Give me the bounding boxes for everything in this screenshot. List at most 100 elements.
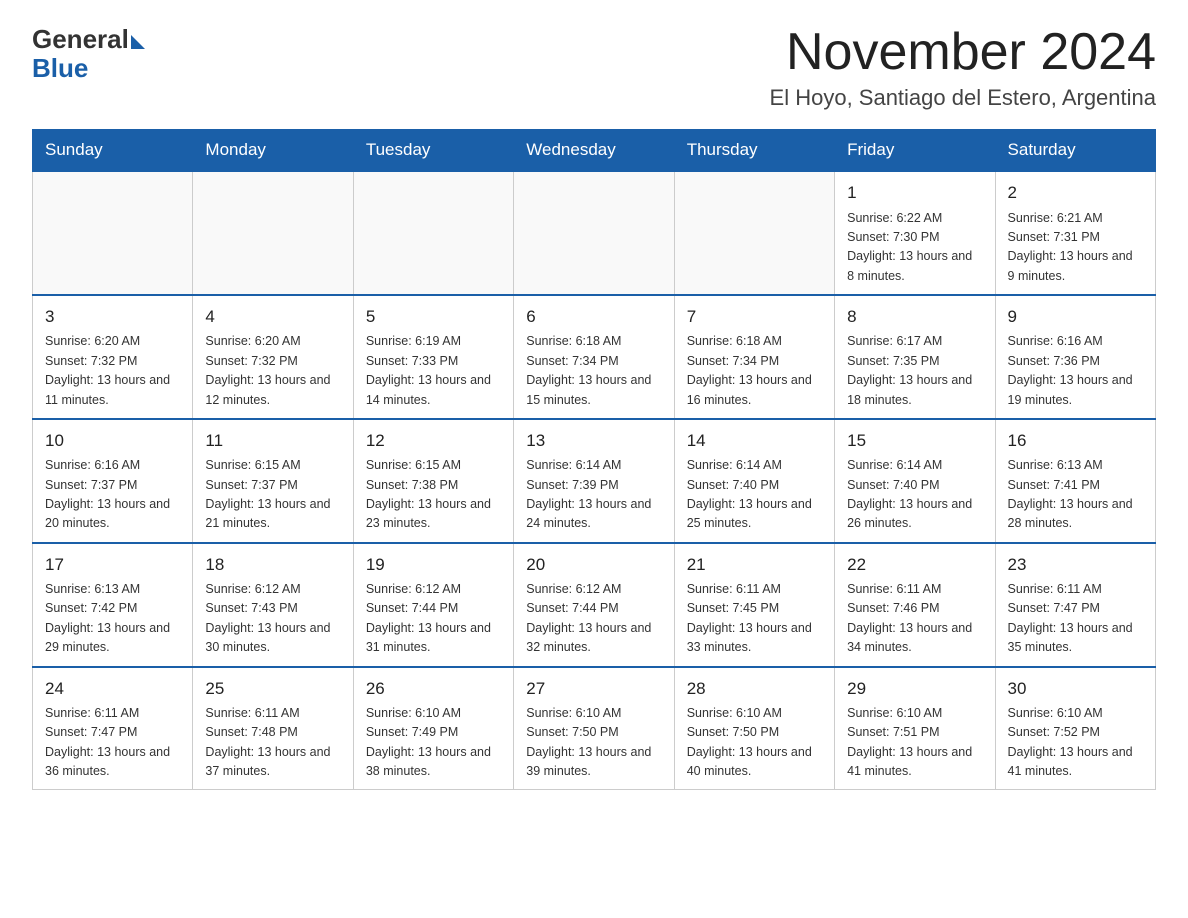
day-number: 22 xyxy=(847,552,982,578)
day-number: 15 xyxy=(847,428,982,454)
calendar-cell: 3Sunrise: 6:20 AMSunset: 7:32 PMDaylight… xyxy=(33,295,193,419)
day-info: Sunrise: 6:14 AMSunset: 7:39 PMDaylight:… xyxy=(526,456,661,534)
day-number: 29 xyxy=(847,676,982,702)
calendar-cell: 22Sunrise: 6:11 AMSunset: 7:46 PMDayligh… xyxy=(835,543,995,667)
day-number: 5 xyxy=(366,304,501,330)
day-number: 28 xyxy=(687,676,822,702)
day-number: 12 xyxy=(366,428,501,454)
calendar-cell: 17Sunrise: 6:13 AMSunset: 7:42 PMDayligh… xyxy=(33,543,193,667)
day-number: 4 xyxy=(205,304,340,330)
calendar-cell: 6Sunrise: 6:18 AMSunset: 7:34 PMDaylight… xyxy=(514,295,674,419)
day-info: Sunrise: 6:10 AMSunset: 7:49 PMDaylight:… xyxy=(366,704,501,782)
day-number: 27 xyxy=(526,676,661,702)
calendar-cell: 29Sunrise: 6:10 AMSunset: 7:51 PMDayligh… xyxy=(835,667,995,790)
logo-general-text: General xyxy=(32,24,129,55)
day-info: Sunrise: 6:18 AMSunset: 7:34 PMDaylight:… xyxy=(526,332,661,410)
day-info: Sunrise: 6:16 AMSunset: 7:37 PMDaylight:… xyxy=(45,456,180,534)
calendar-cell: 27Sunrise: 6:10 AMSunset: 7:50 PMDayligh… xyxy=(514,667,674,790)
day-info: Sunrise: 6:11 AMSunset: 7:47 PMDaylight:… xyxy=(45,704,180,782)
day-info: Sunrise: 6:22 AMSunset: 7:30 PMDaylight:… xyxy=(847,209,982,287)
day-number: 30 xyxy=(1008,676,1143,702)
calendar-cell: 14Sunrise: 6:14 AMSunset: 7:40 PMDayligh… xyxy=(674,419,834,543)
calendar-cell: 8Sunrise: 6:17 AMSunset: 7:35 PMDaylight… xyxy=(835,295,995,419)
calendar-cell: 20Sunrise: 6:12 AMSunset: 7:44 PMDayligh… xyxy=(514,543,674,667)
calendar-cell: 21Sunrise: 6:11 AMSunset: 7:45 PMDayligh… xyxy=(674,543,834,667)
calendar-cell: 11Sunrise: 6:15 AMSunset: 7:37 PMDayligh… xyxy=(193,419,353,543)
day-number: 10 xyxy=(45,428,180,454)
day-number: 20 xyxy=(526,552,661,578)
day-info: Sunrise: 6:11 AMSunset: 7:46 PMDaylight:… xyxy=(847,580,982,658)
calendar-cell xyxy=(514,171,674,295)
day-info: Sunrise: 6:17 AMSunset: 7:35 PMDaylight:… xyxy=(847,332,982,410)
weekday-header-saturday: Saturday xyxy=(995,130,1155,172)
day-info: Sunrise: 6:10 AMSunset: 7:51 PMDaylight:… xyxy=(847,704,982,782)
day-info: Sunrise: 6:10 AMSunset: 7:50 PMDaylight:… xyxy=(687,704,822,782)
calendar-cell: 24Sunrise: 6:11 AMSunset: 7:47 PMDayligh… xyxy=(33,667,193,790)
logo: General Blue xyxy=(32,24,145,84)
weekday-header-wednesday: Wednesday xyxy=(514,130,674,172)
day-number: 23 xyxy=(1008,552,1143,578)
calendar-cell: 4Sunrise: 6:20 AMSunset: 7:32 PMDaylight… xyxy=(193,295,353,419)
day-info: Sunrise: 6:12 AMSunset: 7:44 PMDaylight:… xyxy=(526,580,661,658)
day-number: 11 xyxy=(205,428,340,454)
calendar-cell: 25Sunrise: 6:11 AMSunset: 7:48 PMDayligh… xyxy=(193,667,353,790)
day-info: Sunrise: 6:18 AMSunset: 7:34 PMDaylight:… xyxy=(687,332,822,410)
day-number: 3 xyxy=(45,304,180,330)
weekday-header-tuesday: Tuesday xyxy=(353,130,513,172)
calendar-cell: 7Sunrise: 6:18 AMSunset: 7:34 PMDaylight… xyxy=(674,295,834,419)
calendar-cell xyxy=(674,171,834,295)
day-info: Sunrise: 6:20 AMSunset: 7:32 PMDaylight:… xyxy=(45,332,180,410)
day-number: 13 xyxy=(526,428,661,454)
day-number: 1 xyxy=(847,180,982,206)
day-info: Sunrise: 6:14 AMSunset: 7:40 PMDaylight:… xyxy=(687,456,822,534)
day-info: Sunrise: 6:11 AMSunset: 7:47 PMDaylight:… xyxy=(1008,580,1143,658)
calendar-cell: 18Sunrise: 6:12 AMSunset: 7:43 PMDayligh… xyxy=(193,543,353,667)
calendar-cell: 15Sunrise: 6:14 AMSunset: 7:40 PMDayligh… xyxy=(835,419,995,543)
calendar-cell: 1 Sunrise: 6:22 AMSunset: 7:30 PMDaylight… xyxy=(835,171,995,295)
weekday-header-thursday: Thursday xyxy=(674,130,834,172)
day-info: Sunrise: 6:13 AMSunset: 7:41 PMDaylight:… xyxy=(1008,456,1143,534)
calendar-cell: 26Sunrise: 6:10 AMSunset: 7:49 PMDayligh… xyxy=(353,667,513,790)
day-number: 6 xyxy=(526,304,661,330)
calendar-cell xyxy=(353,171,513,295)
calendar-cell: 10Sunrise: 6:16 AMSunset: 7:37 PMDayligh… xyxy=(33,419,193,543)
title-section: November 2024 El Hoyo, Santiago del Este… xyxy=(770,24,1156,111)
day-info: Sunrise: 6:12 AMSunset: 7:44 PMDaylight:… xyxy=(366,580,501,658)
weekday-header-monday: Monday xyxy=(193,130,353,172)
weekday-header-row: SundayMondayTuesdayWednesdayThursdayFrid… xyxy=(33,130,1156,172)
calendar-cell: 30Sunrise: 6:10 AMSunset: 7:52 PMDayligh… xyxy=(995,667,1155,790)
week-row-1: 1 Sunrise: 6:22 AMSunset: 7:30 PMDaylight… xyxy=(33,171,1156,295)
calendar-cell: 5Sunrise: 6:19 AMSunset: 7:33 PMDaylight… xyxy=(353,295,513,419)
week-row-2: 3Sunrise: 6:20 AMSunset: 7:32 PMDaylight… xyxy=(33,295,1156,419)
header: General Blue November 2024 El Hoyo, Sant… xyxy=(32,24,1156,111)
calendar-cell: 13Sunrise: 6:14 AMSunset: 7:39 PMDayligh… xyxy=(514,419,674,543)
week-row-3: 10Sunrise: 6:16 AMSunset: 7:37 PMDayligh… xyxy=(33,419,1156,543)
day-number: 21 xyxy=(687,552,822,578)
calendar-cell: 12Sunrise: 6:15 AMSunset: 7:38 PMDayligh… xyxy=(353,419,513,543)
day-number: 18 xyxy=(205,552,340,578)
day-number: 19 xyxy=(366,552,501,578)
calendar-cell xyxy=(33,171,193,295)
day-info: Sunrise: 6:15 AMSunset: 7:38 PMDaylight:… xyxy=(366,456,501,534)
day-info: Sunrise: 6:15 AMSunset: 7:37 PMDaylight:… xyxy=(205,456,340,534)
day-number: 16 xyxy=(1008,428,1143,454)
day-info: Sunrise: 6:11 AMSunset: 7:48 PMDaylight:… xyxy=(205,704,340,782)
logo-blue-text: Blue xyxy=(32,53,88,84)
day-number: 14 xyxy=(687,428,822,454)
calendar-cell xyxy=(193,171,353,295)
weekday-header-sunday: Sunday xyxy=(33,130,193,172)
month-title: November 2024 xyxy=(770,24,1156,81)
calendar-cell: 16Sunrise: 6:13 AMSunset: 7:41 PMDayligh… xyxy=(995,419,1155,543)
day-number: 7 xyxy=(687,304,822,330)
day-number: 25 xyxy=(205,676,340,702)
day-info: Sunrise: 6:16 AMSunset: 7:36 PMDaylight:… xyxy=(1008,332,1143,410)
calendar-cell: 19Sunrise: 6:12 AMSunset: 7:44 PMDayligh… xyxy=(353,543,513,667)
day-info: Sunrise: 6:11 AMSunset: 7:45 PMDaylight:… xyxy=(687,580,822,658)
day-number: 17 xyxy=(45,552,180,578)
calendar-cell: 2Sunrise: 6:21 AMSunset: 7:31 PMDaylight… xyxy=(995,171,1155,295)
day-number: 26 xyxy=(366,676,501,702)
day-info: Sunrise: 6:10 AMSunset: 7:50 PMDaylight:… xyxy=(526,704,661,782)
day-info: Sunrise: 6:14 AMSunset: 7:40 PMDaylight:… xyxy=(847,456,982,534)
calendar-cell: 23Sunrise: 6:11 AMSunset: 7:47 PMDayligh… xyxy=(995,543,1155,667)
week-row-4: 17Sunrise: 6:13 AMSunset: 7:42 PMDayligh… xyxy=(33,543,1156,667)
